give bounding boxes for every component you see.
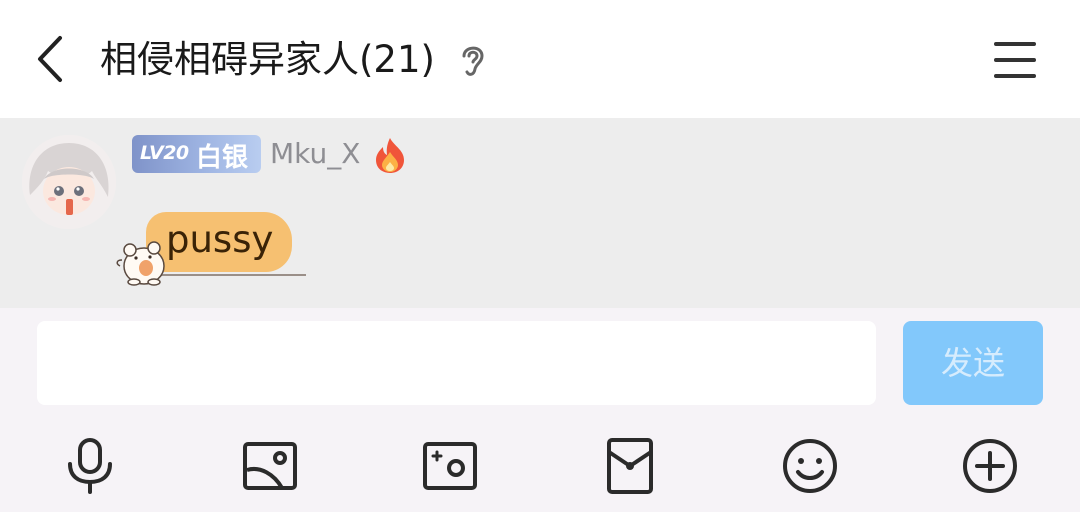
red-packet-icon[interactable] [600,436,660,496]
back-chevron-icon[interactable] [30,34,74,84]
level-badge: LV20 白银 [132,135,261,173]
sender-name[interactable]: Mku_X [270,137,360,170]
microphone-icon[interactable] [60,436,120,496]
group-title: 相侵相碍异家人(21) [100,38,435,81]
message-text: pussy [166,218,274,261]
chat-header: 相侵相碍异家人(21) [0,0,1080,118]
bubble-underline [158,274,306,276]
message-area: LV20 白银 Mku_X pussy [0,118,1080,308]
ear-icon[interactable] [456,40,490,80]
send-button[interactable]: 发送 [903,321,1043,405]
plus-icon[interactable] [960,436,1020,496]
fire-icon [376,138,404,173]
rank-text: 白银 [196,143,249,173]
avatar-image [22,135,116,229]
bear-sticker-icon [116,241,165,286]
hamburger-menu-icon[interactable] [990,36,1040,84]
emoji-icon[interactable] [780,436,840,496]
message-input[interactable] [37,321,876,405]
image-icon[interactable] [240,436,300,496]
camera-icon[interactable] [420,436,480,496]
avatar[interactable] [22,135,116,229]
level-text: LV20 [140,142,189,164]
